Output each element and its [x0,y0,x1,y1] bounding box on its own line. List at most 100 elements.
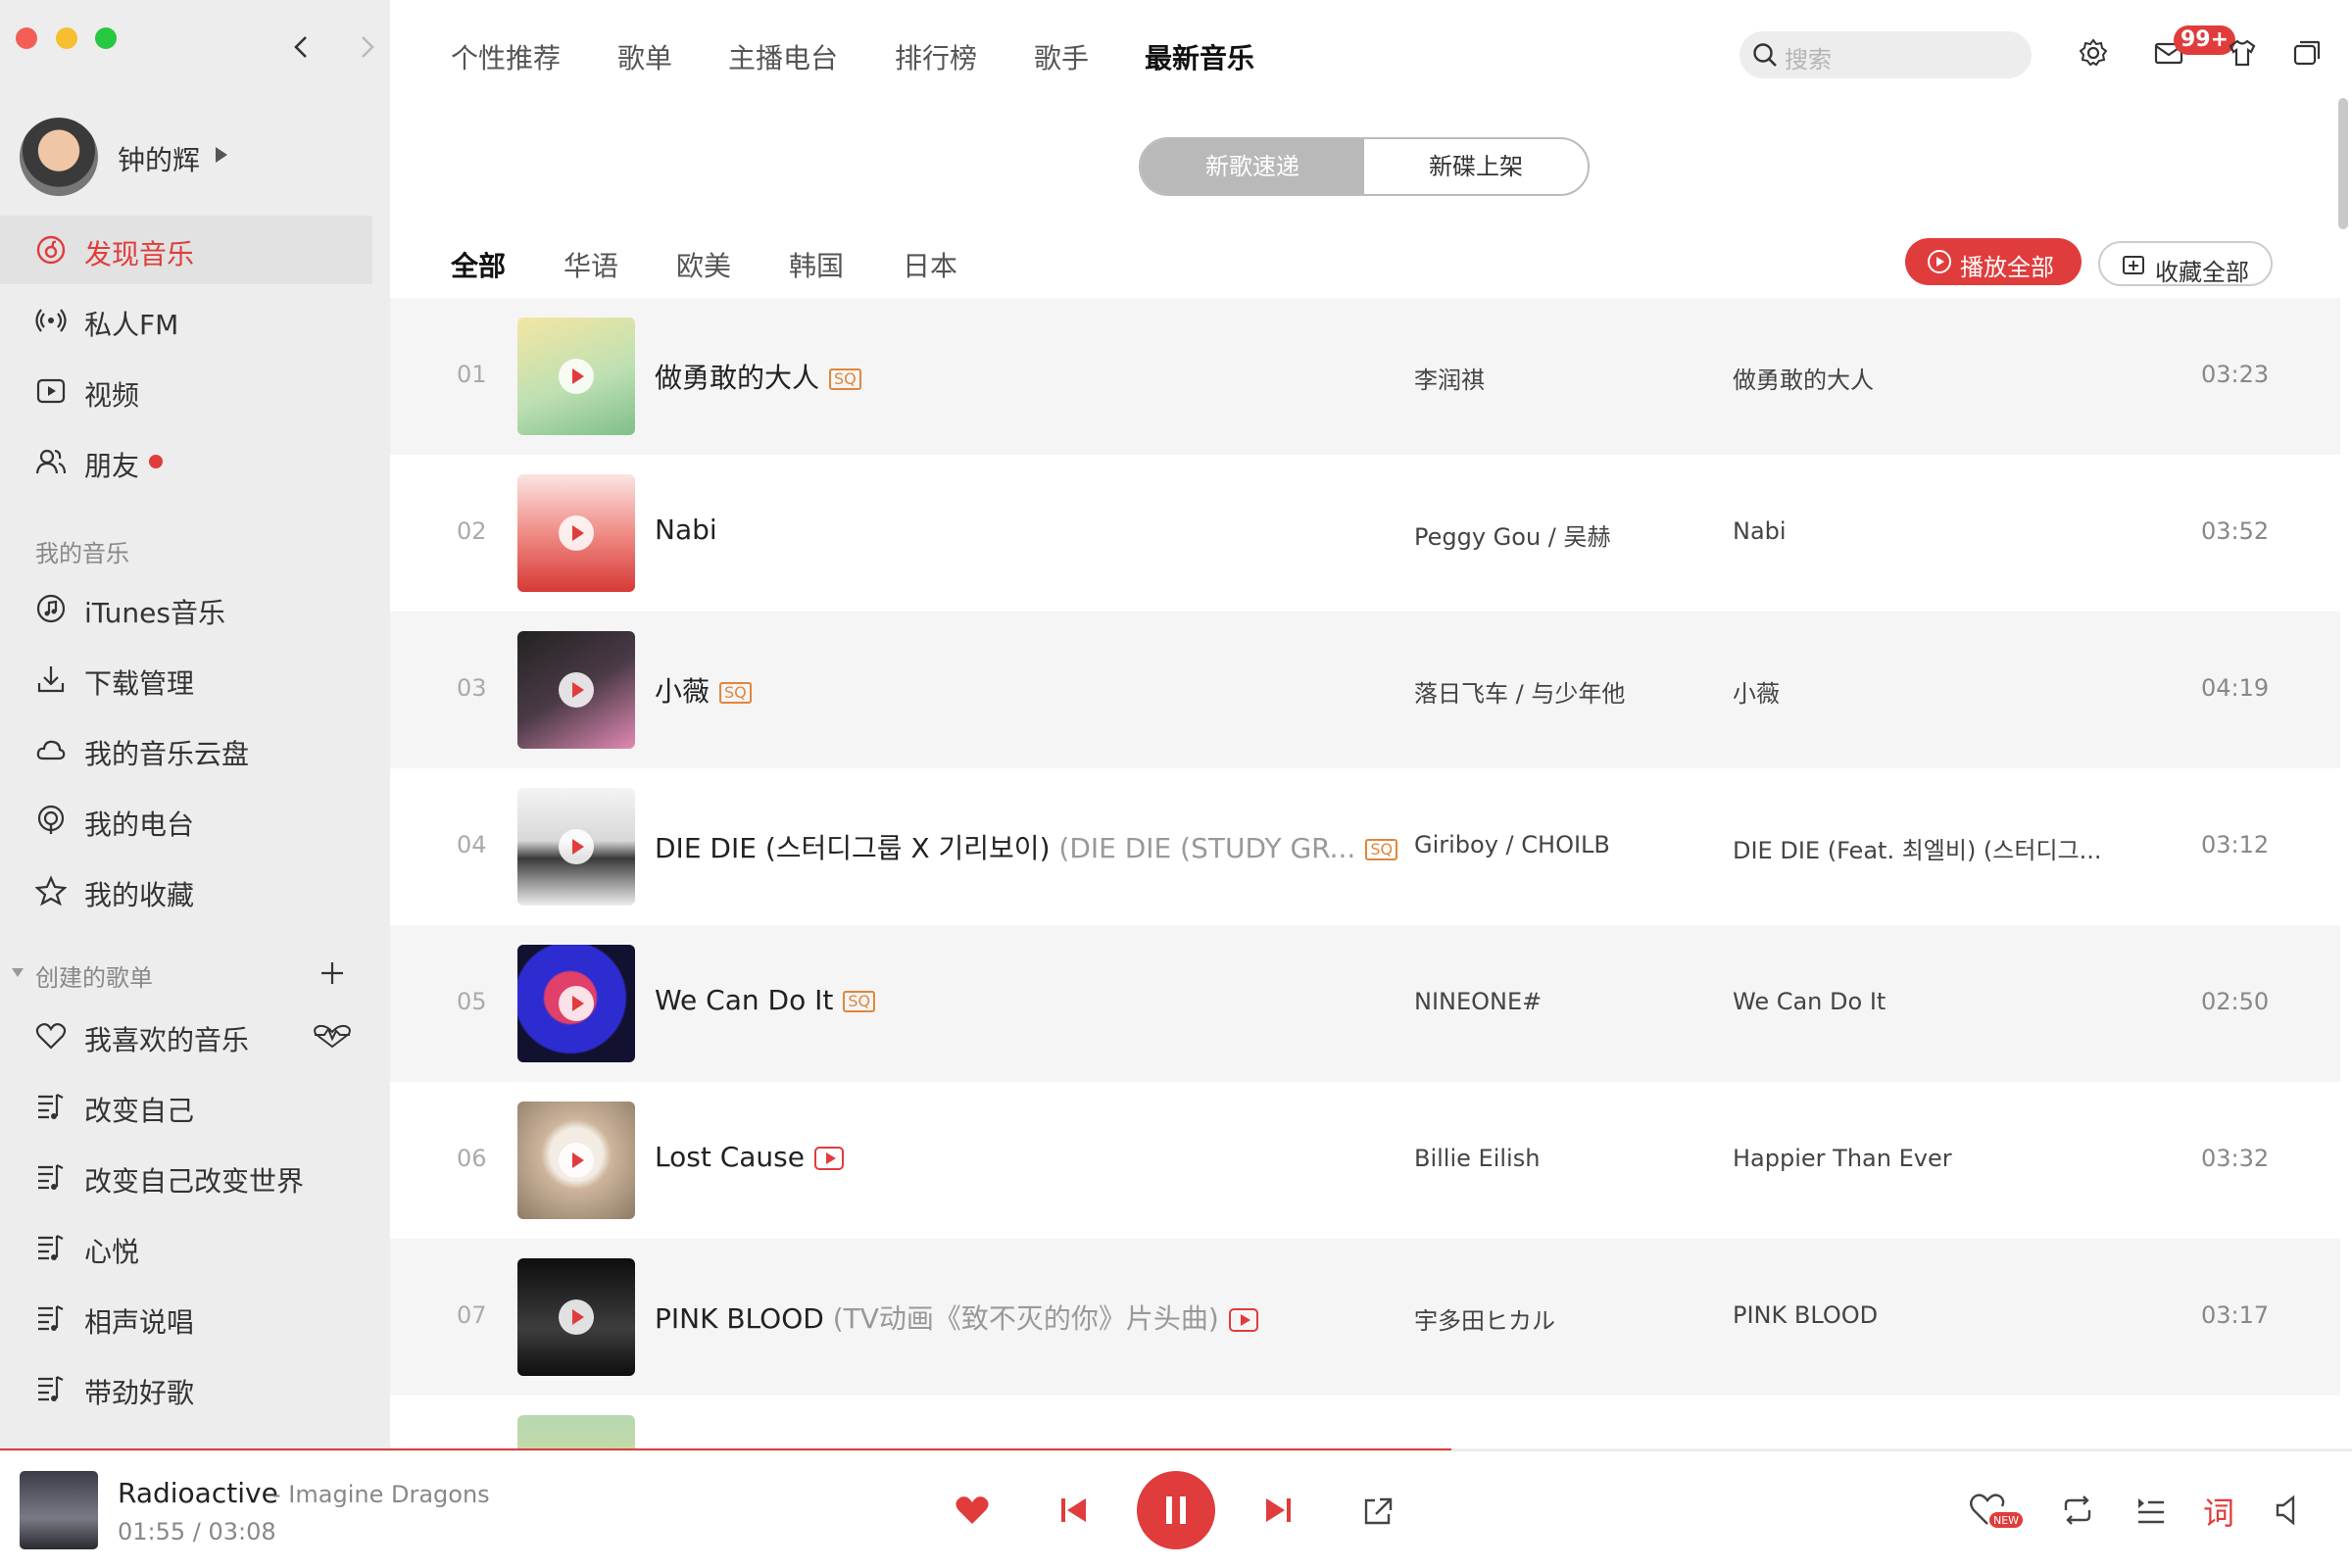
album-cover[interactable] [517,631,635,749]
sidebar-item-playlist[interactable]: 改变自己改变世界 [0,1143,372,1211]
heart-mode-icon[interactable] [312,1023,353,1049]
tab-new-music[interactable]: 最新音乐 [1145,37,1254,76]
song-artist[interactable]: NINEONE# [1414,988,1542,1015]
cover-play-icon[interactable] [559,1299,594,1335]
volume-icon[interactable] [2274,1494,2305,1526]
settings-gear-icon[interactable] [2078,37,2109,69]
song-album[interactable]: We Can Do It [1733,988,1886,1015]
avatar[interactable] [20,118,98,196]
sidebar-item-cloud[interactable]: 我的音乐云盘 [0,715,372,784]
song-artist[interactable]: 宇多田ヒカル [1414,1301,1555,1336]
now-playing-artist[interactable]: Imagine Dragons [288,1481,489,1508]
song-album[interactable]: PINK BLOOD [1733,1301,1878,1329]
lyrics-button[interactable]: 词 [2203,1489,2234,1534]
filter-chinese[interactable]: 华语 [564,245,618,284]
tab-playlists[interactable]: 歌单 [617,37,672,76]
play-all-button[interactable]: 播放全部 [1905,238,2082,285]
filter-korean[interactable]: 韩国 [789,245,844,284]
song-artist[interactable]: Billie Eilish [1414,1145,1540,1172]
add-playlist-icon[interactable] [319,960,345,986]
sidebar-item-downloads[interactable]: 下载管理 [0,645,372,713]
song-row[interactable]: 04 DIE DIE (스터디그룹 X 기리보이) (DIE DIE (STUD… [390,768,2340,925]
song-album[interactable]: Nabi [1733,517,1787,545]
song-row[interactable]: 02 Nabi Peggy Gou / 吴赫 Nabi 03:52 [390,455,2340,612]
now-playing-title[interactable]: Radioactive [118,1477,278,1509]
sidebar-item-discover[interactable]: 发现音乐 [0,216,372,284]
cover-play-icon[interactable] [559,829,594,864]
cover-play-icon[interactable] [559,359,594,394]
tab-personal-recommend[interactable]: 个性推荐 [451,37,561,76]
mv-icon[interactable] [813,1147,844,1170]
song-row[interactable]: 01 做勇敢的大人 SQ 李润祺 做勇敢的大人 03:23 [390,298,2340,455]
song-row[interactable]: 05 We Can Do It SQ NINEONE# We Can Do It … [390,925,2340,1082]
repeat-icon[interactable] [2060,1494,2095,1526]
album-cover[interactable] [517,788,635,906]
skin-shirt-icon[interactable] [2227,37,2258,69]
filter-japanese[interactable]: 日本 [903,245,957,284]
window-maximize-button[interactable] [95,27,117,49]
like-heart-icon[interactable] [955,1494,990,1526]
next-track-icon[interactable] [1262,1494,1294,1526]
sidebar-item-liked-music[interactable]: 我喜欢的音乐 [0,1002,372,1070]
created-playlists-header[interactable]: 创建的歌单 [35,958,153,993]
search-input[interactable]: 搜索 [1740,31,2032,78]
previous-track-icon[interactable] [1058,1494,1090,1526]
tab-charts[interactable]: 排行榜 [895,37,977,76]
sidebar-item-friends[interactable]: 朋友 [0,427,372,496]
song-artist[interactable]: 落日飞车 / 与少年他 [1414,674,1625,709]
user-arrow-icon[interactable] [216,147,227,163]
song-title: We Can Do It [655,984,834,1016]
song-artist[interactable]: 李润祺 [1414,361,1485,395]
cover-play-icon[interactable] [559,515,594,551]
sidebar-item-playlist[interactable]: 相声说唱 [0,1284,372,1352]
collapse-arrow-icon[interactable] [12,968,24,977]
filter-western[interactable]: 欧美 [676,245,731,284]
song-row[interactable]: 07 PINK BLOOD (TV动画《致不灭的你》片头曲) 宇多田ヒカル PI… [390,1239,2340,1396]
scrollbar[interactable] [2338,98,2348,229]
share-icon[interactable] [1362,1496,1394,1526]
album-cover[interactable] [517,1102,635,1219]
sidebar-item-video[interactable]: 视频 [0,357,372,425]
mini-mode-icon[interactable] [2291,37,2323,69]
album-cover[interactable] [517,1415,635,1450]
sidebar-item-my-radio[interactable]: 我的电台 [0,786,372,855]
sidebar-item-itunes[interactable]: iTunes音乐 [0,574,372,643]
segment-new-songs[interactable]: 新歌速递 [1141,139,1364,194]
album-cover[interactable] [517,474,635,592]
now-playing-cover[interactable] [20,1471,98,1549]
song-row[interactable]: 03 小薇 SQ 落日飞车 / 与少年他 小薇 04:19 [390,612,2340,768]
sidebar-item-playlist[interactable]: 带劲好歌 [0,1354,372,1423]
sidebar-item-fm[interactable]: 私人FM [0,286,372,355]
song-album[interactable]: DIE DIE (Feat. 최엘비) (스터디그... [1733,831,2102,865]
album-cover[interactable] [517,1258,635,1376]
song-row[interactable]: 06 Lost Cause Billie Eilish Happier Than… [390,1082,2340,1239]
cover-play-icon[interactable] [559,986,594,1021]
username[interactable]: 钟的辉 [118,139,200,178]
collect-all-button[interactable]: 收藏全部 [2098,241,2273,286]
sidebar-item-playlist[interactable]: 改变自己 [0,1072,372,1141]
filter-all[interactable]: 全部 [451,245,506,284]
song-row[interactable] [390,1396,2340,1450]
forward-arrow-icon[interactable] [355,35,378,59]
cover-play-icon[interactable] [559,672,594,708]
song-album[interactable]: 做勇敢的大人 [1733,361,1874,395]
tab-artists[interactable]: 歌手 [1034,37,1089,76]
pause-button[interactable] [1137,1471,1215,1549]
tab-radio[interactable]: 主播电台 [728,37,838,76]
window-close-button[interactable] [16,27,37,49]
mv-icon[interactable] [1228,1308,1258,1332]
segment-new-albums[interactable]: 新碟上架 [1364,139,1588,194]
album-cover[interactable] [517,945,635,1062]
sidebar-item-favorites[interactable]: 我的收藏 [0,857,372,925]
playlist-queue-icon[interactable] [2134,1494,2166,1526]
album-cover[interactable] [517,318,635,435]
song-artist[interactable]: Peggy Gou / 吴赫 [1414,517,1611,552]
song-artist[interactable]: Giriboy / CHOILB [1414,831,1610,858]
cover-play-icon[interactable] [559,1143,594,1178]
sidebar-item-playlist[interactable]: 心悦 [0,1213,372,1282]
song-album[interactable]: 小薇 [1733,674,1780,709]
song-album[interactable]: Happier Than Ever [1733,1145,1952,1172]
heart-mode-new-icon[interactable]: NEW [1970,1491,2025,1530]
back-arrow-icon[interactable] [290,35,314,59]
window-minimize-button[interactable] [56,27,77,49]
